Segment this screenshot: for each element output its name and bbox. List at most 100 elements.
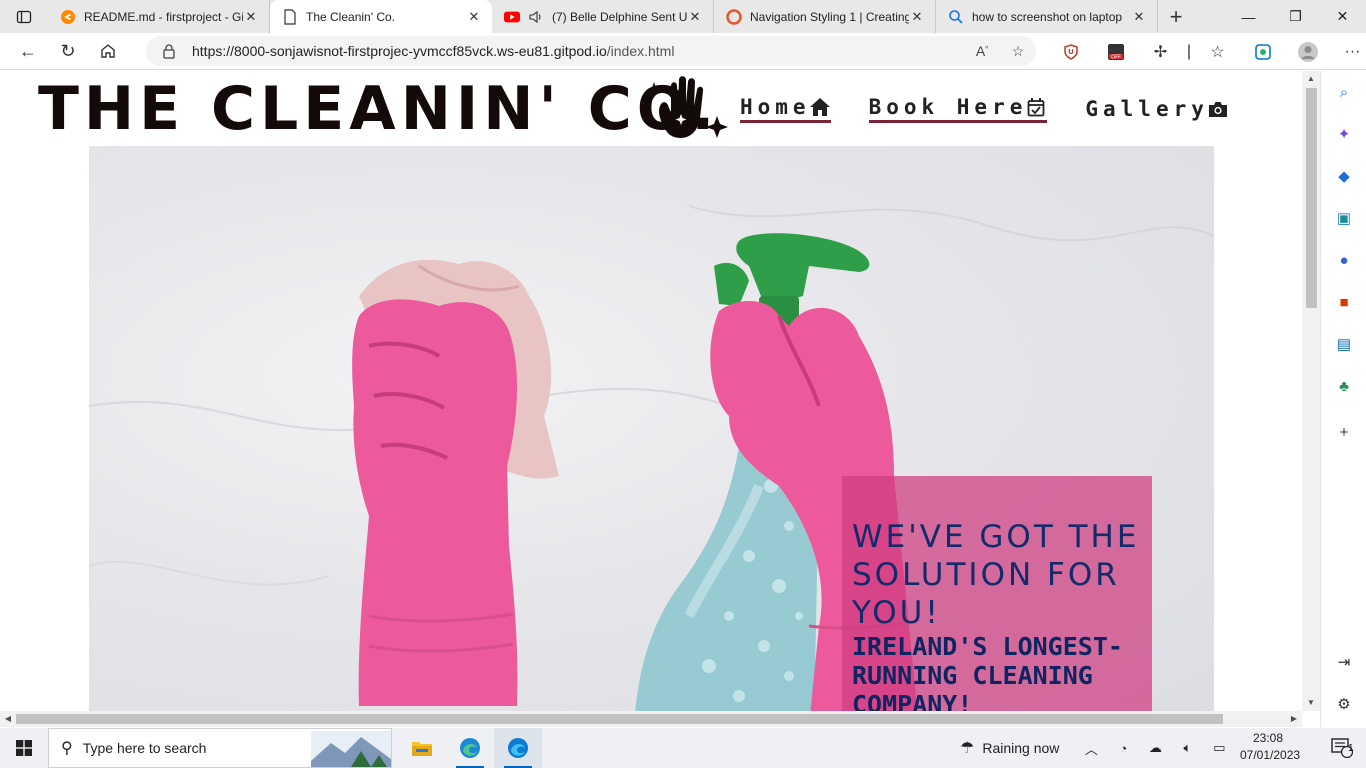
site-logo[interactable]: THE CLEANIN' CO. (38, 75, 719, 143)
system-tray: ☂ Raining now ︿ ◔ ☁ 🔈︎ ▭ (960, 728, 1235, 768)
taskbar-clock[interactable]: 23:08 07/01/2023 (1240, 730, 1301, 764)
edge-browser-icon[interactable] (494, 728, 542, 768)
nav-book-link[interactable]: Book Here (868, 95, 1048, 123)
close-window-button[interactable]: ✕ (1319, 0, 1366, 33)
tab-title: The Cleanin' Co. (306, 9, 396, 24)
gitpod-icon (60, 9, 76, 25)
page-viewport: THE CLEANIN' CO. Home Book Here Gallery (0, 71, 1302, 711)
edge-dev-icon[interactable] (446, 728, 494, 768)
refresh-button[interactable]: ↻ (48, 35, 88, 67)
profile-avatar[interactable] (1285, 33, 1330, 70)
tab-navigation-styling[interactable]: Navigation Styling 1 | Creating ✕ (714, 0, 936, 33)
edge-sidebar: ⌕ ✦ ◆ ▣ ● ■ ▤ ♣ + ⇥ ⚙ (1320, 71, 1366, 727)
new-tab-button[interactable]: + (1158, 0, 1194, 33)
tab-title: README.md - firstproject - Gi (84, 9, 243, 24)
battery-icon[interactable]: ▭ (1203, 740, 1235, 756)
minimize-button[interactable]: — (1225, 0, 1272, 33)
page-icon (282, 8, 298, 25)
sidebar-outlook-icon[interactable]: ▤ (1333, 333, 1355, 355)
calendar-check-icon (1025, 97, 1047, 117)
add-favorite-icon[interactable]: ☆ (1000, 43, 1036, 60)
sidebar-copilot-icon[interactable]: ✦ (1333, 123, 1355, 145)
horizontal-scroll-thumb[interactable] (16, 714, 1223, 724)
more-options-icon[interactable]: ··· (1330, 33, 1366, 70)
weather-widget[interactable]: ☂ Raining now (960, 738, 1059, 758)
sidebar-tree-icon[interactable]: ♣ (1333, 375, 1355, 397)
windows-icon (16, 740, 32, 756)
close-icon[interactable]: ✕ (1131, 9, 1147, 25)
svg-text:U: U (1068, 48, 1074, 56)
start-button[interactable] (0, 728, 48, 768)
search-icon (948, 9, 964, 25)
sidebar-tools-icon[interactable]: ▣ (1333, 207, 1355, 229)
sidebar-hide-icon[interactable]: ⇥ (1333, 651, 1355, 673)
tab-cleanin-co[interactable]: The Cleanin' Co. ✕ (270, 0, 492, 33)
scroll-up-icon[interactable]: ▲ (1302, 71, 1320, 87)
sidebar-games-icon[interactable]: ● (1333, 249, 1355, 271)
scroll-left-icon[interactable]: ◀ (0, 711, 16, 727)
scroll-right-icon[interactable]: ▶ (1286, 711, 1302, 727)
youtube-icon (504, 9, 520, 25)
restore-button[interactable]: ❐ (1272, 0, 1319, 33)
lock-icon[interactable] (162, 43, 180, 59)
horizontal-scrollbar[interactable]: ◀ ▶ (0, 711, 1302, 727)
tab-title: (7) Belle Delphine Sent U (552, 9, 687, 24)
show-hidden-icons-icon[interactable]: ︿ (1075, 739, 1107, 758)
sidebar-add-icon[interactable]: + (1333, 421, 1355, 443)
sidebar-shopping-icon[interactable]: ◆ (1333, 165, 1355, 187)
extension-shield-icon[interactable]: U (1048, 33, 1093, 70)
vertical-scroll-thumb[interactable] (1306, 88, 1317, 308)
nav-gallery-link[interactable]: Gallery (1085, 95, 1229, 123)
vertical-scrollbar[interactable]: ▲ ▼ (1302, 71, 1320, 711)
home-icon (101, 44, 115, 58)
url-host: https://8000-sonjawisnot-firstprojec-yvm… (192, 43, 607, 59)
notification-count: 1 (1348, 743, 1354, 754)
sidebar-search-icon[interactable]: ⌕ (1333, 81, 1355, 103)
hero-headline: WE'VE GOT THE SOLUTION FOR YOU! (852, 519, 1140, 631)
favorites-icon[interactable]: ☆ (1195, 33, 1240, 70)
weather-text: Raining now (982, 740, 1060, 756)
taskbar-apps (398, 728, 542, 768)
home-button[interactable] (88, 35, 128, 67)
close-icon[interactable]: ✕ (243, 9, 259, 25)
scroll-down-icon[interactable]: ▼ (1302, 695, 1320, 711)
wifi-icon[interactable]: ◔ (1107, 741, 1139, 756)
address-bar[interactable]: https://8000-sonjawisnot-firstprojec-yvm… (146, 36, 1036, 66)
tab-search[interactable]: how to screenshot on laptop ✕ (936, 0, 1158, 33)
url-text[interactable]: https://8000-sonjawisnot-firstprojec-yvm… (192, 43, 964, 59)
back-arrow-icon: ← (19, 40, 37, 61)
close-icon[interactable]: ✕ (466, 9, 482, 25)
speaker-icon[interactable] (528, 9, 544, 25)
onedrive-status-icon[interactable]: ☁ (1139, 740, 1171, 756)
nav-home-link[interactable]: Home (740, 95, 831, 123)
close-icon[interactable]: ✕ (687, 9, 703, 25)
close-icon[interactable]: ✕ (909, 9, 925, 25)
clock-time: 23:08 (1252, 731, 1284, 745)
url-path: /index.html (606, 43, 675, 59)
search-icon: ⚲ (61, 740, 73, 757)
notification-center-button[interactable]: 1 (1318, 728, 1366, 768)
sidebar-office-icon[interactable]: ■ (1333, 291, 1355, 313)
tab-readme[interactable]: README.md - firstproject - Gi ✕ (48, 0, 270, 33)
tab-actions-button[interactable] (0, 0, 48, 33)
taskbar-search-box[interactable]: ⚲ Type here to search (48, 728, 392, 768)
volume-icon[interactable]: 🔈︎ (1171, 740, 1203, 756)
read-aloud-icon[interactable]: Aⁿ (964, 43, 1000, 59)
extensions-icon[interactable]: ✢ (1138, 33, 1183, 70)
hero-section: WE'VE GOT THE SOLUTION FOR YOU! IRELAND'… (89, 146, 1214, 711)
tab-actions-icon (16, 10, 32, 23)
clock-date: 07/01/2023 (1240, 748, 1301, 762)
nav-gallery-label: Gallery (1085, 96, 1209, 121)
plus-icon: + (1169, 3, 1183, 29)
back-button[interactable]: ← (8, 35, 48, 67)
collections-icon[interactable] (1240, 33, 1285, 70)
browser-toolbar: ← ↻ https://8000-sonjawisnot-firstprojec… (0, 33, 1366, 70)
window-controls: — ❐ ✕ (1225, 0, 1366, 33)
search-highlight-image (311, 731, 391, 767)
file-explorer-icon[interactable] (398, 728, 446, 768)
tab-youtube[interactable]: (7) Belle Delphine Sent U ✕ (492, 0, 714, 33)
refresh-icon: ↻ (60, 40, 76, 61)
extension-off-icon[interactable]: OFF (1093, 33, 1138, 70)
taskbar-search-placeholder: Type here to search (82, 740, 207, 756)
sidebar-settings-icon[interactable]: ⚙ (1333, 693, 1355, 715)
